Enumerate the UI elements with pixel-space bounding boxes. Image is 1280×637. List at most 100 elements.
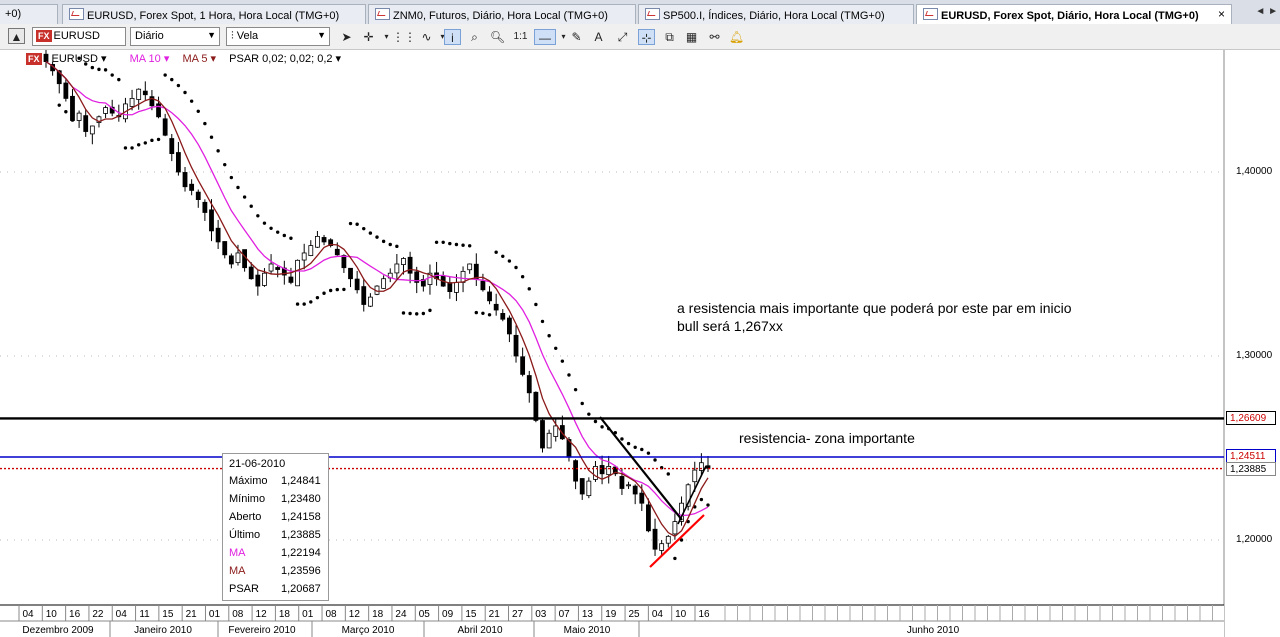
fit-icon[interactable]: ⤢ (614, 29, 631, 45)
tooltip-label: MA (229, 547, 246, 559)
tooltip-value: 1,20687 (281, 583, 321, 595)
psar-dot (229, 175, 234, 180)
candle-body (672, 521, 678, 535)
annotation-resistance-line2[interactable]: bull será 1,267xx (677, 318, 783, 334)
time-tick-label: 22 (92, 609, 104, 620)
properties-icon[interactable]: ▦ (683, 29, 700, 45)
tab-previous[interactable]: +0) (0, 4, 58, 24)
info-icon[interactable]: i (444, 29, 461, 45)
tab-eurusd-1h[interactable]: EURUSD, Forex Spot, 1 Hora, Hora Local (… (62, 4, 366, 24)
y-tick-label: 1,30000 (1236, 350, 1273, 361)
text-tool-icon[interactable]: A (590, 29, 607, 45)
tab-sp500-daily[interactable]: SP500.I, Índices, Diário, Hora Local (TM… (638, 4, 914, 24)
tooltip-value: 1,23596 (281, 565, 321, 577)
collapse-panel-icon[interactable]: ▲ (8, 28, 25, 44)
tooltip-value: 1,24158 (281, 511, 321, 523)
annotation-resistance-line1[interactable]: a resistencia mais importante que poderá… (677, 300, 1072, 316)
psar-dot (653, 458, 657, 462)
psar-dot (170, 77, 174, 82)
psar-dot (302, 302, 306, 306)
psar-dot (547, 334, 551, 338)
one-to-one-button[interactable]: 1:1 (512, 29, 529, 45)
tab-scroll-arrows[interactable]: ◄ ► (1255, 6, 1278, 17)
tab-eurusd-daily[interactable]: EURUSD, Forex Spot, Diário, Hora Local (… (916, 4, 1232, 25)
candle-body (129, 98, 135, 107)
symbol-value: EURUSD (53, 30, 100, 42)
magnet-icon[interactable]: ⊹ (638, 29, 655, 45)
tooltip-row-psar: PSAR 1,20687 (229, 583, 324, 601)
symbol-input[interactable]: FX EURUSD (32, 27, 126, 46)
psar-dot (593, 419, 598, 424)
tooltip-label: Último (229, 529, 261, 541)
chart-icon (69, 8, 84, 20)
psar-dot (441, 240, 445, 244)
link-icon[interactable]: ⚯ (706, 29, 723, 45)
line-tool-icon[interactable]: — (534, 29, 556, 45)
candle-body (275, 267, 281, 270)
annotation-resistance-zone[interactable]: resistencia- zona importante (739, 430, 915, 446)
candle-body (526, 375, 532, 394)
grid-icon[interactable]: ⋮⋮ (392, 29, 416, 45)
close-icon[interactable]: × (1218, 7, 1225, 21)
tooltip-row-ma5: MA 1,23596 (229, 565, 324, 583)
psar-dot (315, 295, 320, 300)
psar-dot (395, 244, 399, 249)
psar-dot (328, 288, 333, 293)
time-tick-label: 01 (209, 609, 221, 620)
psar-dot (117, 77, 121, 82)
chart-type-value: Vela (236, 30, 259, 42)
candle-body (182, 172, 188, 188)
y-tick-label: 1,20000 (1236, 534, 1273, 545)
candle-body (454, 281, 459, 293)
time-tick-label: 04 (22, 609, 34, 620)
chart-type-select[interactable]: ⫶ Vela ▼ (226, 27, 330, 46)
psar-dot (176, 83, 181, 88)
candle-body (301, 252, 307, 261)
candle-body (367, 296, 373, 307)
month-label: Abril 2010 (457, 625, 502, 636)
legend-ma10[interactable]: MA 10 ▾ (130, 53, 170, 65)
psar-dot (501, 254, 505, 258)
time-tick-label: 12 (349, 609, 361, 620)
zoom-area-icon[interactable]: ⌕ (466, 29, 483, 45)
crosshair-icon[interactable]: ✛ (360, 29, 377, 45)
candle-body (321, 237, 327, 243)
chart-toolbar: ▲ FX EURUSD Diário ▼ ⫶ Vela ▼ ➤ ✛ ▾ ⋮⋮ ∿ ▾ i… (0, 24, 1280, 50)
price-chart[interactable]: 04 10 16 22 04 11 15 21 01 08 12 18 01 08 12 18 24 05 09 15… (0, 50, 1280, 637)
psar-dot (183, 90, 187, 95)
time-tick-label: 27 (512, 609, 524, 620)
tooltip-label: PSAR (229, 583, 259, 595)
zoom-icon[interactable]: 🔍︎ (489, 29, 506, 45)
period-select[interactable]: Diário ▼ (130, 27, 220, 46)
psar-dot (448, 241, 452, 246)
legend-symbol[interactable]: FX EURUSD ▾ (26, 53, 117, 65)
candle-body (295, 259, 300, 287)
draw-icon[interactable]: ✎ (568, 29, 585, 45)
legend-symbol-label: EURUSD ▾ (51, 53, 107, 65)
candle-icon: ⫶ (231, 30, 234, 42)
tab-label: ZNM0, Futuros, Diário, Hora Local (TMG+0… (393, 10, 608, 22)
legend-psar[interactable]: PSAR 0,02; 0,02; 0,2 ▾ (229, 53, 341, 65)
time-tick-label: 04 (652, 609, 664, 620)
pointer-icon[interactable]: ➤ (338, 29, 355, 45)
legend-ma5[interactable]: MA 5 ▾ (182, 53, 216, 65)
alert-bell-icon[interactable]: 🔔︎ (728, 29, 745, 45)
time-tick-label: 09 (442, 609, 454, 620)
candle-body (533, 391, 539, 421)
indicator-icon[interactable]: ∿ (418, 29, 435, 45)
tooltip-row-high: Máximo 1,24841 (229, 475, 324, 493)
candle-body (487, 291, 492, 302)
objects-icon[interactable]: ⧉ (661, 29, 678, 45)
psar-dot (554, 346, 558, 350)
psar-dot (514, 265, 518, 270)
candle-body (162, 118, 168, 136)
period-value: Diário (135, 30, 164, 42)
tab-znm0-daily[interactable]: ZNM0, Futuros, Diário, Hora Local (TMG+0… (368, 4, 636, 24)
candle-body (70, 95, 75, 121)
candle-body (175, 152, 181, 173)
price-label-black-line: 1,26609 (1226, 411, 1276, 425)
psar-dot (209, 135, 214, 139)
time-tick-label: 05 (419, 609, 431, 620)
psar-dot (633, 445, 637, 449)
candle-body (89, 125, 95, 135)
